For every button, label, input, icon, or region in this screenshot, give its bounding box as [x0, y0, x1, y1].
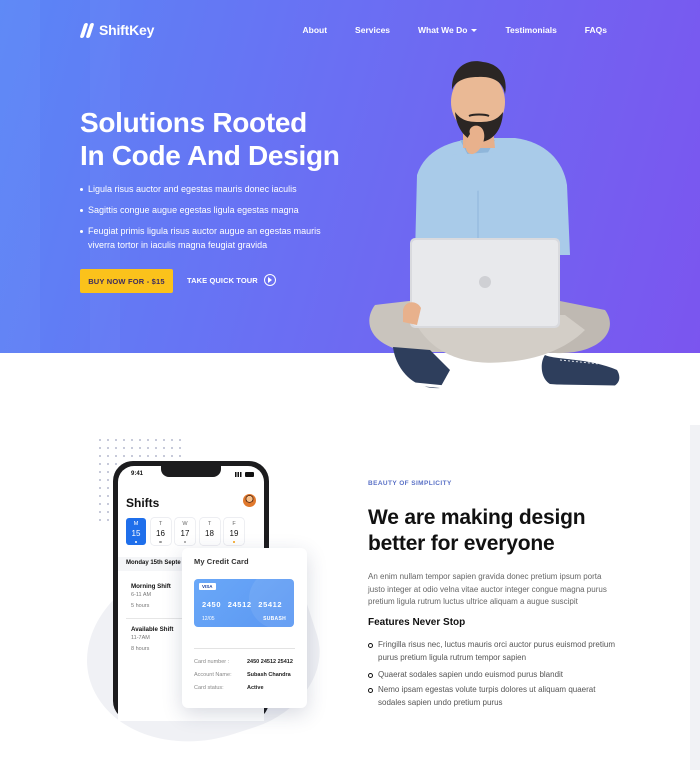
- hero-bullet: Sagittis congue augue egestas ligula ege…: [80, 204, 330, 218]
- logo[interactable]: ShiftKey: [79, 22, 155, 38]
- logo-icon: [79, 22, 95, 38]
- day-wednesday[interactable]: W 17: [175, 518, 195, 545]
- section-title-line1: We are making design: [368, 506, 586, 529]
- hero-title-line1: Solutions Rooted: [80, 107, 307, 138]
- date-label: Monday 15th Septe: [126, 560, 181, 566]
- nav-testimonials[interactable]: Testimonials: [505, 25, 556, 35]
- section-eyebrow: BEAUTY OF SIMPLICITY: [368, 480, 452, 487]
- day-dot: [232, 540, 236, 543]
- status-icons: [235, 472, 254, 477]
- signal-icon: [235, 472, 243, 477]
- info-row-account-name: Account Name: Subash Chandra: [194, 672, 299, 678]
- day-dot: [183, 540, 187, 543]
- credit-card[interactable]: VISA 2450 24512 25412 12/05 SUBASH: [194, 579, 294, 627]
- info-label: Card number :: [194, 659, 230, 665]
- shift-hours: 5 hours: [131, 602, 150, 609]
- hero-title-line2: In Code And Design: [80, 140, 340, 171]
- visa-logo: VISA: [199, 583, 216, 590]
- shift-hours: 8 hours: [131, 645, 150, 652]
- feature-item: Fringilla risus nec, luctus mauris orci …: [368, 639, 618, 664]
- day-number: 15: [131, 529, 141, 538]
- day-label: T: [158, 521, 163, 527]
- shift-name: Morning Shift: [131, 583, 171, 590]
- day-number: 16: [156, 529, 165, 538]
- hero-bullet: Ligula risus auctor and egestas mauris d…: [80, 183, 330, 197]
- credit-card-title: My Credit Card: [194, 557, 249, 566]
- day-selector: M 15 T 16 W 17 T 18 F 19: [126, 518, 244, 545]
- hero-bullet-list: Ligula risus auctor and egestas mauris d…: [80, 183, 330, 260]
- divider: [126, 618, 186, 619]
- nav-about[interactable]: About: [303, 25, 328, 35]
- day-friday[interactable]: F 19: [224, 518, 244, 545]
- card-holder: SUBASH: [263, 616, 286, 622]
- day-number: 17: [180, 529, 190, 538]
- shift-item[interactable]: Morning Shift 6-11 AM 5 hours: [131, 583, 171, 609]
- info-value: Subash Chandra: [247, 672, 291, 678]
- play-icon: [263, 274, 276, 286]
- day-label: F: [232, 521, 236, 527]
- section-description: An enim nullam tempor sapien gravida don…: [368, 572, 607, 606]
- day-tuesday[interactable]: T 16: [150, 518, 171, 545]
- info-row-card-status: Card status: Active: [194, 685, 299, 691]
- info-label: Card status:: [194, 685, 224, 691]
- day-dot: [159, 540, 162, 543]
- day-label: W: [182, 521, 188, 527]
- day-thursday[interactable]: T 18: [199, 518, 220, 545]
- quick-tour-label: TAKE QUICK TOUR: [187, 275, 258, 285]
- section-title-line2: better for everyone: [368, 532, 555, 555]
- battery-icon: [245, 472, 254, 477]
- status-time: 9:41: [131, 471, 144, 477]
- features-title: Features Never Stop: [368, 617, 466, 628]
- card-number: 2450 24512 25412: [202, 600, 283, 609]
- hero-bullet: Feugiat primis ligula risus auctor augue…: [80, 225, 330, 252]
- quick-tour-link[interactable]: TAKE QUICK TOUR: [187, 274, 276, 286]
- person-with-laptop-image: [369, 61, 620, 389]
- day-label: M: [133, 521, 139, 527]
- day-number: 19: [229, 529, 239, 538]
- shift-time: 11-7AM: [131, 634, 150, 641]
- credit-card-panel: My Credit Card VISA 2450 24512 25412 12/…: [182, 548, 307, 708]
- shift-item[interactable]: Available Shift 11-7AM 8 hours: [131, 626, 173, 652]
- info-value: Active: [247, 685, 264, 691]
- buy-now-button[interactable]: BUY NOW FOR - $15: [80, 269, 173, 293]
- day-label: T: [207, 521, 212, 527]
- feature-item: Nemo ipsam egestas volute turpis dolores…: [368, 684, 618, 709]
- nav-what-we-do-label: What We Do: [418, 25, 468, 35]
- avatar[interactable]: [243, 494, 256, 507]
- info-value: 2450 24512 25412: [247, 659, 293, 665]
- feature-item: Quaerat sodales sapien undo euismod puru…: [368, 669, 618, 682]
- nav-faqs[interactable]: FAQs: [585, 25, 607, 35]
- hero-title: Solutions Rooted In Code And Design: [80, 106, 340, 172]
- nav-what-we-do[interactable]: What We Do: [418, 25, 478, 35]
- day-number: 18: [205, 529, 214, 538]
- nav-services[interactable]: Services: [355, 25, 390, 35]
- phone-notch: [161, 466, 221, 477]
- day-dot: [134, 540, 138, 543]
- divider: [194, 648, 295, 649]
- section-title: We are making design better for everyone: [368, 505, 586, 557]
- day-monday[interactable]: M 15: [126, 518, 146, 545]
- side-strip: [690, 425, 700, 770]
- brand-name: ShiftKey: [99, 22, 155, 38]
- shift-time: 6-11 AM: [131, 591, 152, 598]
- info-row-card-number: Card number : 2450 24512 25412: [194, 659, 299, 665]
- caret-down-icon: [471, 28, 478, 32]
- info-label: Account Name:: [194, 672, 232, 678]
- main-nav: About Services What We Do Testimonials F…: [275, 25, 608, 35]
- shifts-title: Shifts: [126, 496, 160, 510]
- shift-name: Available Shift: [131, 626, 174, 633]
- card-expiry: 12/05: [202, 616, 215, 622]
